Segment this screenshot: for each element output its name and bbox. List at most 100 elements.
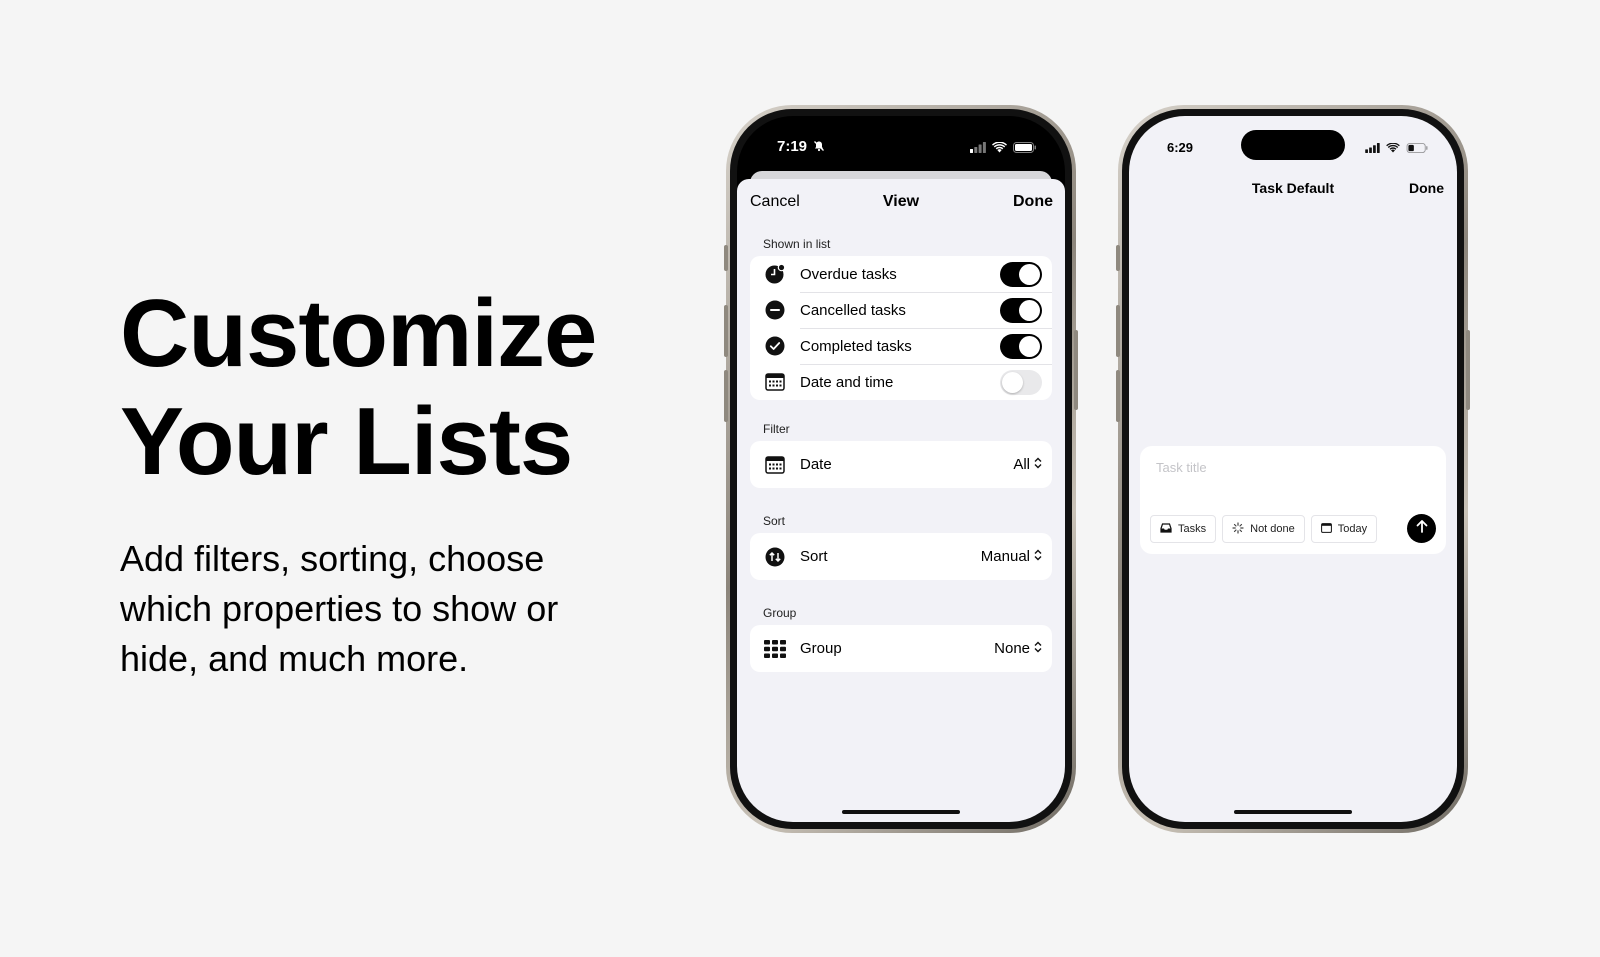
filter-date-select[interactable]: All (1013, 456, 1042, 473)
section-label-filter: Filter (763, 422, 790, 436)
calendar-icon (764, 454, 786, 476)
sheet-nav-bar: Cancel View Done (737, 179, 1065, 225)
power-button (1466, 330, 1470, 410)
row-group[interactable]: Group None (750, 625, 1052, 672)
group-select[interactable]: None (994, 640, 1042, 657)
row-label: Group (800, 640, 842, 657)
chip-label: Tasks (1178, 523, 1207, 535)
action-button (724, 245, 728, 271)
volume-up-button (724, 305, 728, 357)
filter-card: Date All (750, 441, 1052, 488)
home-indicator[interactable] (1234, 810, 1352, 814)
row-label: Cancelled tasks (800, 301, 906, 319)
shown-in-list-card: Overdue tasks Cancelled tasks Completed … (750, 256, 1052, 400)
battery-icon (1013, 140, 1037, 158)
date-and-time-toggle[interactable] (1000, 369, 1042, 395)
select-value: All (1013, 456, 1030, 473)
status-bar: 6:29 (1129, 116, 1457, 172)
status-bar: 7:19 (737, 116, 1065, 172)
home-indicator[interactable] (842, 810, 960, 814)
row-cancelled-tasks: Cancelled tasks (750, 292, 1052, 328)
select-value: None (994, 640, 1030, 657)
row-date-and-time: Date and time (750, 364, 1052, 400)
phone-bezel: 6:29 Task Default Done Task title Tasks … (1122, 109, 1464, 829)
row-label: Date (800, 456, 832, 473)
page-title: Task Default (1251, 180, 1335, 196)
dynamic-island (849, 130, 953, 160)
row-completed-tasks: Completed tasks (750, 328, 1052, 364)
date-chip[interactable]: Today (1310, 515, 1378, 543)
overdue-clock-icon (764, 263, 786, 285)
cancel-button[interactable]: Cancel (750, 193, 800, 211)
minus-circle-icon (764, 299, 786, 321)
hero-subtitle: Add filters, sorting, choose which prope… (120, 538, 559, 679)
status-time: 7:19 (777, 138, 808, 155)
row-filter-date[interactable]: Date All (750, 441, 1052, 488)
done-button[interactable]: Done (1013, 193, 1053, 211)
hero-title-line2: Your Lists (120, 388, 573, 495)
status-icons (1365, 140, 1429, 158)
inbox-icon (1160, 522, 1172, 536)
list-chip[interactable]: Tasks (1150, 515, 1217, 543)
phone-bezel: 7:19 Cancel View Done Shown in list Over… (730, 109, 1072, 829)
select-value: Manual (980, 548, 1030, 565)
row-label: Completed tasks (800, 337, 912, 355)
cellular-signal-icon (1365, 140, 1380, 158)
status-icons (970, 140, 1037, 158)
wifi-icon (1386, 140, 1400, 158)
volume-down-button (1116, 370, 1120, 422)
phone-screen: 6:29 Task Default Done Task title Tasks … (1129, 116, 1457, 822)
sheet-title: View (882, 193, 920, 210)
row-overdue-tasks: Overdue tasks (750, 256, 1052, 292)
cellular-signal-icon (970, 140, 986, 158)
task-composer: Tasks Not done Today (1140, 446, 1446, 554)
status-chip[interactable]: Not done (1222, 515, 1305, 543)
check-circle-icon (764, 335, 786, 357)
status-time: 6:29 (1167, 140, 1194, 155)
bell-slash-icon (813, 139, 825, 157)
row-label: Overdue tasks (800, 265, 897, 283)
chip-label: Not done (1250, 523, 1295, 535)
arrow-up-icon (1416, 519, 1428, 538)
hero: Customize Your Lists Add filters, sortin… (120, 280, 640, 684)
row-label: Date and time (800, 373, 894, 391)
sort-card: Sort Manual (750, 533, 1052, 580)
composer-chips: Tasks Not done Today (1150, 515, 1378, 543)
dynamic-island (1241, 130, 1345, 160)
task-title-input[interactable] (1156, 460, 1406, 475)
chevron-up-down-icon (1034, 457, 1042, 472)
grid-icon (764, 638, 786, 660)
chip-label: Today (1337, 523, 1368, 535)
loading-spinner-icon (1232, 521, 1244, 537)
phone-view-settings: 7:19 Cancel View Done Shown in list Over… (724, 105, 1078, 833)
calendar-icon (1320, 522, 1332, 536)
sort-arrows-icon (764, 546, 786, 568)
wifi-icon (992, 140, 1007, 158)
volume-up-button (1116, 305, 1120, 357)
view-sheet: Cancel View Done Shown in list Overdue t… (737, 179, 1065, 822)
action-button (1116, 245, 1120, 271)
section-label-shown-in-list: Shown in list (763, 237, 831, 251)
cancelled-tasks-toggle[interactable] (1000, 297, 1042, 323)
task-default-nav-bar: Task Default Done (1129, 174, 1457, 204)
chevron-up-down-icon (1034, 641, 1042, 656)
done-button[interactable]: Done (1409, 180, 1444, 196)
section-label-sort: Sort (763, 514, 786, 528)
group-card: Group None (750, 625, 1052, 672)
row-sort[interactable]: Sort Manual (750, 533, 1052, 580)
sort-select[interactable]: Manual (981, 548, 1042, 565)
phone-screen: 7:19 Cancel View Done Shown in list Over… (737, 116, 1065, 822)
hero-title-line1: Customize (120, 280, 597, 387)
submit-task-button[interactable] (1407, 514, 1436, 543)
volume-down-button (724, 370, 728, 422)
overdue-tasks-toggle[interactable] (1000, 261, 1042, 287)
completed-tasks-toggle[interactable] (1000, 333, 1042, 359)
section-label-group: Group (763, 606, 797, 620)
row-label: Sort (800, 548, 828, 565)
battery-icon (1406, 140, 1429, 158)
calendar-icon (764, 371, 786, 393)
power-button (1074, 330, 1078, 410)
chevron-up-down-icon (1034, 549, 1042, 564)
hero-title: Customize Your Lists (120, 280, 640, 496)
phone-task-default: 6:29 Task Default Done Task title Tasks … (1116, 105, 1470, 833)
